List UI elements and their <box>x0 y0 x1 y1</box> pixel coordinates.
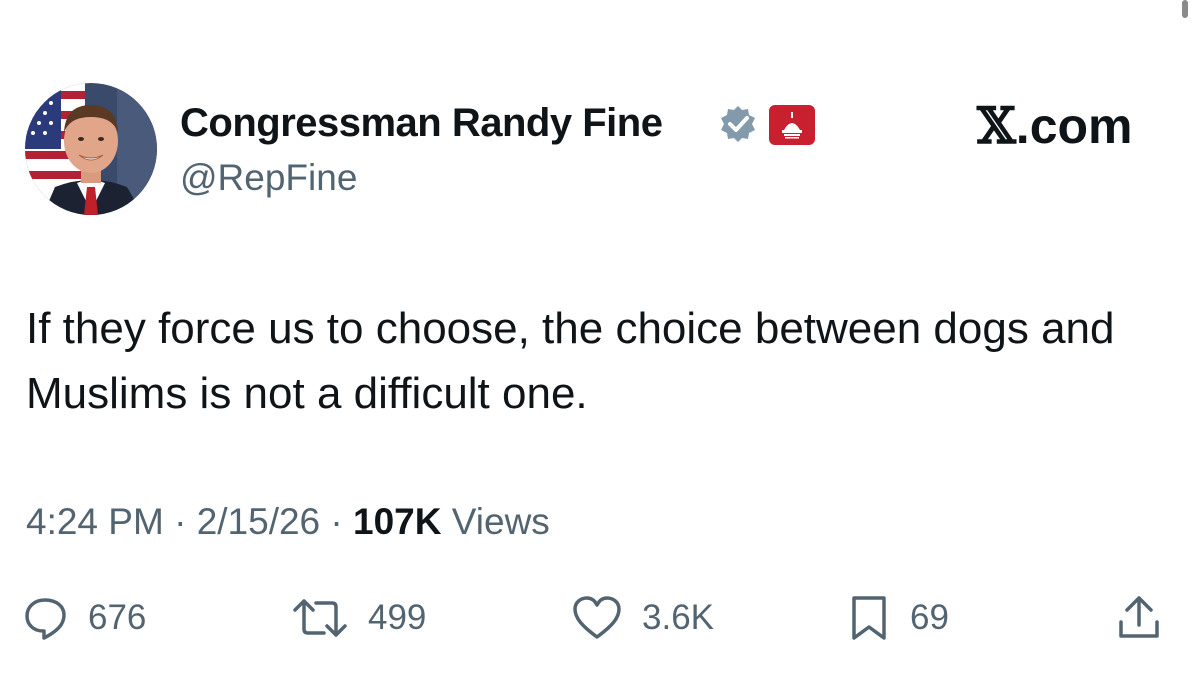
meta-separator: · <box>163 501 197 542</box>
reply-count: 676 <box>88 598 147 637</box>
tweet-meta: 4:24 PM · 2/15/26 · 107K Views <box>26 500 550 544</box>
share-icon <box>1119 596 1159 638</box>
scrollbar-thumb[interactable] <box>1182 0 1188 18</box>
meta-separator: · <box>320 501 354 542</box>
display-name[interactable]: Congressman Randy Fine <box>180 99 663 147</box>
share-button[interactable] <box>1116 592 1162 644</box>
heart-icon <box>573 596 621 639</box>
like-count: 3.6K <box>642 598 714 637</box>
x-com-watermark: 𝕏.com <box>977 96 1133 155</box>
verified-badge-icon[interactable] <box>718 104 758 144</box>
bookmark-button[interactable]: 69 <box>848 592 949 644</box>
house-gop-affiliate-icon[interactable] <box>768 104 816 146</box>
bookmark-count: 69 <box>910 598 949 637</box>
like-button[interactable]: 3.6K <box>572 592 714 644</box>
watermark-suffix: .com <box>1015 98 1133 154</box>
tweet-text: If they force us to choose, the choice b… <box>26 304 1115 418</box>
bookmark-icon <box>852 596 886 640</box>
repost-button[interactable]: 499 <box>292 592 426 644</box>
user-handle[interactable]: @RepFine <box>180 156 357 200</box>
reply-button[interactable]: 676 <box>22 592 146 644</box>
x-logo-icon: 𝕏 <box>977 96 1016 155</box>
avatar[interactable] <box>25 83 157 215</box>
views-count: 107K <box>353 501 442 542</box>
avatar-image <box>25 83 157 215</box>
reply-icon <box>25 598 66 640</box>
repost-icon <box>293 599 347 637</box>
views-label: Views <box>441 501 550 542</box>
tweet-time[interactable]: 4:24 PM <box>26 501 164 542</box>
repost-count: 499 <box>368 598 427 637</box>
tweet-date[interactable]: 2/15/26 <box>197 501 320 542</box>
